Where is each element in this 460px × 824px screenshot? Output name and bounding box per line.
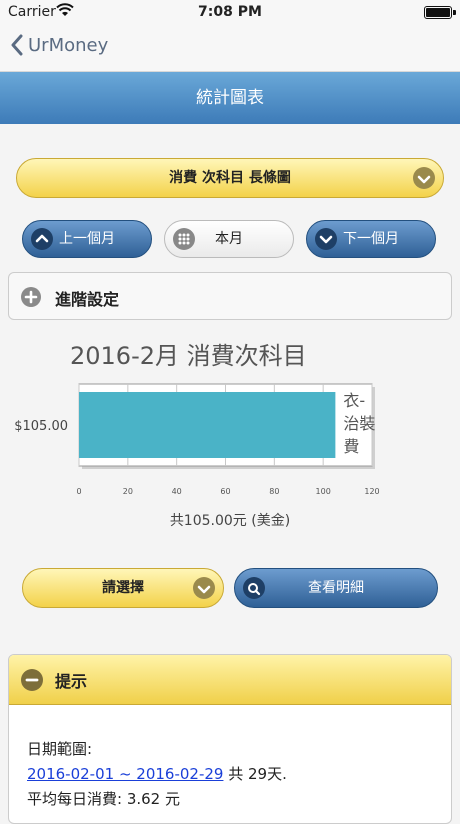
category-label: 治裝 [343, 414, 375, 433]
x-tick-label: 100 [316, 487, 331, 496]
category-label: 衣- [343, 391, 365, 410]
current-month-button[interactable]: 本月 [164, 220, 294, 258]
page-title: 統計圖表 [0, 72, 460, 124]
hint-header[interactable]: 提示 [9, 655, 451, 705]
day-count: 共 29天. [223, 765, 287, 783]
status-bar: Carrier 7:08 PM [0, 0, 460, 26]
hint-panel: 提示 日期範圍: 2016-02-01 ~ 2016-02-29 共 29天. … [8, 654, 452, 824]
battery-icon [424, 6, 452, 19]
hint-body: 日期範圍: 2016-02-01 ~ 2016-02-29 共 29天. 平均每… [27, 737, 287, 812]
chevron-left-icon [11, 34, 23, 56]
navigation-bar: UrMoney [0, 26, 460, 72]
hint-title: 提示 [55, 672, 88, 691]
x-tick-label: 80 [269, 487, 279, 496]
back-label: UrMoney [28, 34, 109, 56]
total-amount: 共105.00元 (美金) [169, 513, 291, 529]
x-tick-label: 120 [364, 487, 379, 496]
advanced-settings-label: 進階設定 [55, 290, 120, 309]
chevron-up-icon [31, 228, 53, 250]
report-type-label: 消費 次科目 長條圖 [169, 170, 291, 186]
back-button[interactable]: UrMoney [10, 34, 108, 56]
minus-icon [21, 669, 43, 691]
x-tick-label: 60 [220, 487, 230, 496]
advanced-settings-toggle[interactable]: 進階設定 [8, 272, 452, 320]
view-details-label: 查看明細 [308, 580, 364, 596]
chevron-down-icon [315, 228, 337, 250]
search-icon [243, 577, 265, 599]
x-tick-label: 0 [76, 487, 81, 496]
battery-tip [453, 10, 456, 15]
date-range-line: 2016-02-01 ~ 2016-02-29 共 29天. [27, 762, 287, 787]
current-month-label: 本月 [215, 231, 243, 247]
grid-icon [173, 228, 195, 250]
filter-select-label: 請選擇 [102, 580, 144, 596]
category-label: 費 [343, 437, 359, 456]
chart-canvas: 0 20 40 60 80 100 120 $105.00 衣- 治裝費 [14, 383, 380, 496]
clock: 7:08 PM [198, 4, 262, 20]
x-tick-label: 40 [172, 487, 182, 496]
date-range-link[interactable]: 2016-02-01 ~ 2016-02-29 [27, 765, 223, 783]
view-details-button[interactable]: 查看明細 [234, 568, 438, 608]
filter-select[interactable]: 請選擇 [22, 568, 224, 608]
chevron-down-icon [193, 577, 215, 599]
next-month-label: 下一個月 [343, 231, 399, 247]
previous-month-button[interactable]: 上一個月 [22, 220, 152, 258]
bar [79, 392, 336, 458]
daily-average: 平均每日消費: 3.62 元 [27, 790, 180, 808]
x-tick-label: 20 [123, 487, 133, 496]
previous-month-label: 上一個月 [59, 231, 115, 247]
plus-icon [21, 287, 41, 307]
chevron-down-icon [413, 167, 435, 189]
main-content: 消費 次科目 長條圖 上一個月 本月 下一個月 進階設定 2016-2月 消費次… [0, 124, 460, 824]
report-type-select[interactable]: 消費 次科目 長條圖 [16, 158, 444, 198]
next-month-button[interactable]: 下一個月 [306, 220, 436, 258]
date-range-label: 日期範圍: [27, 740, 93, 758]
value-label: $105.00 [14, 419, 68, 434]
